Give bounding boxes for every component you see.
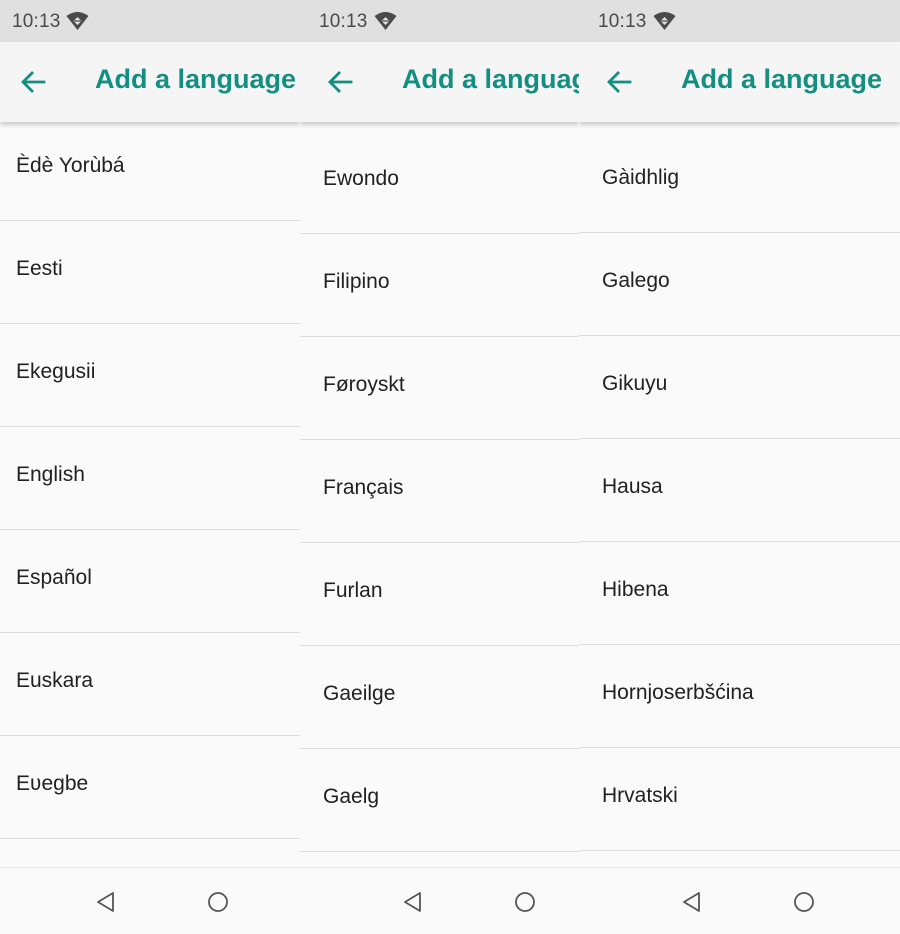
status-bar: 10:13 (579, 0, 900, 42)
status-bar: 10:13 (300, 0, 579, 42)
language-label: Hibena (602, 578, 669, 601)
language-item[interactable]: Gàidhlig (579, 130, 900, 233)
language-label: Ewondo (323, 167, 399, 190)
language-label: Føroyskt (323, 373, 405, 396)
screen-panel-3: 10:13 Add a language Gàidhlig Galego Gik… (579, 0, 900, 934)
language-label: Eʋegbe (16, 772, 89, 795)
language-item[interactable]: English (0, 427, 300, 530)
language-item[interactable]: Français (300, 440, 579, 543)
nav-home-icon[interactable] (206, 890, 230, 914)
language-label: Filipino (323, 270, 390, 293)
screen-panel-1: 10:13 Add a language Èdè Yorùbá Eesti Ek… (0, 0, 300, 934)
back-arrow-icon[interactable] (606, 69, 632, 95)
page-title: Add a language (681, 64, 883, 94)
navigation-bar (579, 867, 900, 934)
nav-back-icon[interactable] (680, 890, 704, 914)
language-item[interactable]: Español (0, 530, 300, 633)
language-item[interactable]: Galego (579, 233, 900, 336)
language-item[interactable]: Eesti (0, 221, 300, 324)
back-arrow-icon[interactable] (20, 69, 46, 95)
language-item[interactable]: Gaeilge (300, 646, 579, 749)
language-item[interactable]: Euskara (0, 633, 300, 736)
language-label: Eesti (16, 257, 63, 280)
page-title: Add a language (402, 64, 579, 94)
status-bar: 10:13 (0, 0, 300, 42)
nav-back-icon[interactable] (94, 890, 118, 914)
language-label: Èdè Yorùbá (16, 154, 125, 177)
navigation-bar (300, 867, 579, 934)
language-item[interactable]: Hibena (579, 542, 900, 645)
nav-back-icon[interactable] (401, 890, 425, 914)
screen-panel-2: 10:13 Add a language Ewondo Filipino Før… (300, 0, 579, 934)
language-label: Gikuyu (602, 372, 668, 395)
wifi-icon (374, 12, 397, 30)
language-label: English (16, 463, 85, 486)
status-time: 10:13 (319, 11, 368, 32)
language-item[interactable]: Èdè Yorùbá (0, 118, 300, 221)
language-label: Hrvatski (602, 784, 678, 807)
page-title: Add a language (95, 64, 297, 94)
language-label: Gaeilge (323, 682, 396, 705)
back-arrow-icon[interactable] (327, 69, 353, 95)
language-label: Galego (602, 269, 670, 292)
language-item[interactable]: Føroyskt (300, 337, 579, 440)
wifi-icon (653, 12, 676, 30)
language-item[interactable]: Hausa (579, 439, 900, 542)
language-item[interactable]: Furlan (300, 543, 579, 646)
language-label: Hornjoserbšćina (602, 681, 754, 704)
language-label: Gaelg (323, 785, 380, 808)
nav-home-icon[interactable] (792, 890, 816, 914)
language-item[interactable]: Eʋegbe (0, 736, 300, 839)
language-label: Español (16, 566, 92, 589)
status-time: 10:13 (598, 11, 647, 32)
language-item[interactable]: Gikuyu (579, 336, 900, 439)
language-label: Euskara (16, 669, 94, 692)
status-time: 10:13 (12, 11, 61, 32)
language-item[interactable]: Hornjoserbšćina (579, 645, 900, 748)
navigation-bar (0, 867, 300, 934)
wifi-icon (66, 12, 89, 30)
language-item[interactable]: Hrvatski (579, 748, 900, 851)
nav-home-icon[interactable] (513, 890, 537, 914)
language-label: Ekegusii (16, 360, 96, 383)
language-label: Hausa (602, 475, 663, 498)
language-item[interactable]: Gaelg (300, 749, 579, 852)
language-item[interactable]: Ewondo (300, 131, 579, 234)
language-label: Gàidhlig (602, 166, 680, 189)
language-item[interactable]: Ekegusii (0, 324, 300, 427)
app-bar: Add a language (579, 42, 900, 122)
language-label: Français (323, 476, 404, 499)
language-label: Furlan (323, 579, 383, 602)
language-item[interactable]: Filipino (300, 234, 579, 337)
app-bar: Add a language (300, 42, 579, 122)
app-bar: Add a language (0, 42, 300, 122)
